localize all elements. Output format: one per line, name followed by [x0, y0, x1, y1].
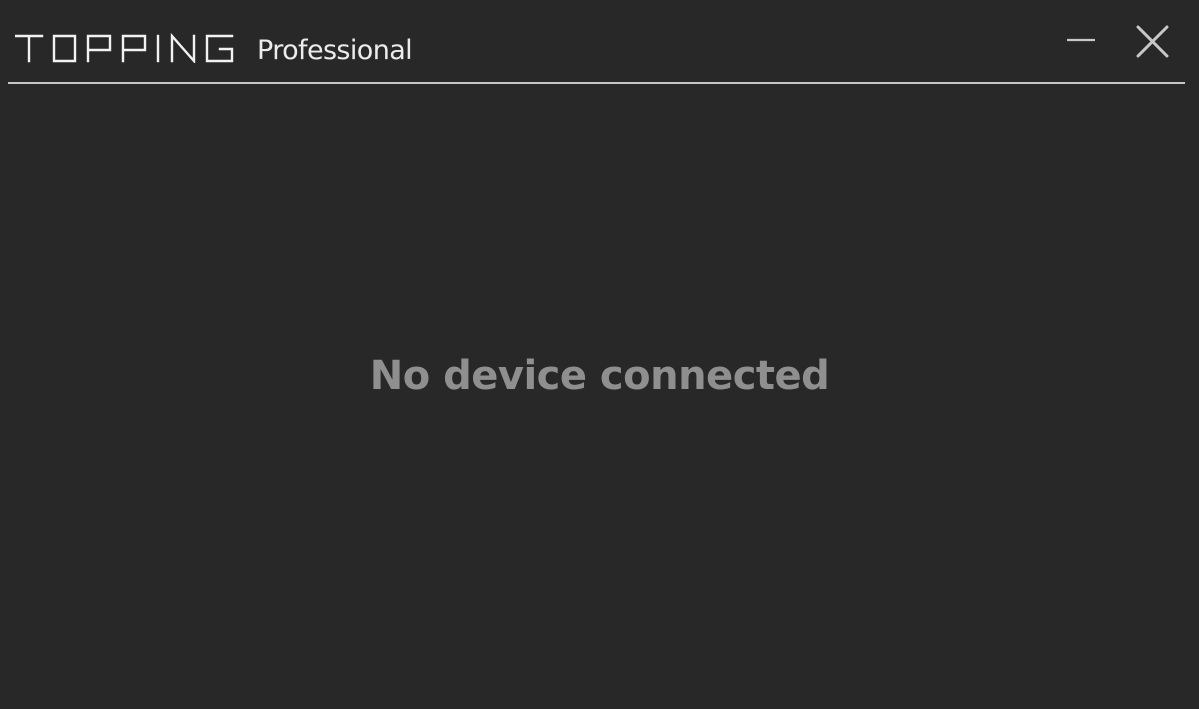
connection-status: No device connected [369, 353, 830, 399]
main-content: No device connected [0, 84, 1199, 709]
title-bar[interactable]: Professional [0, 0, 1199, 84]
topping-logo [15, 33, 234, 63]
product-name: Professional [257, 35, 413, 66]
app-window: Professional No device connected [0, 0, 1199, 709]
close-icon [1136, 25, 1169, 58]
minimize-icon [1067, 38, 1095, 42]
minimize-button[interactable] [1057, 18, 1105, 66]
close-button[interactable] [1129, 18, 1177, 66]
brand: Professional [15, 29, 413, 66]
